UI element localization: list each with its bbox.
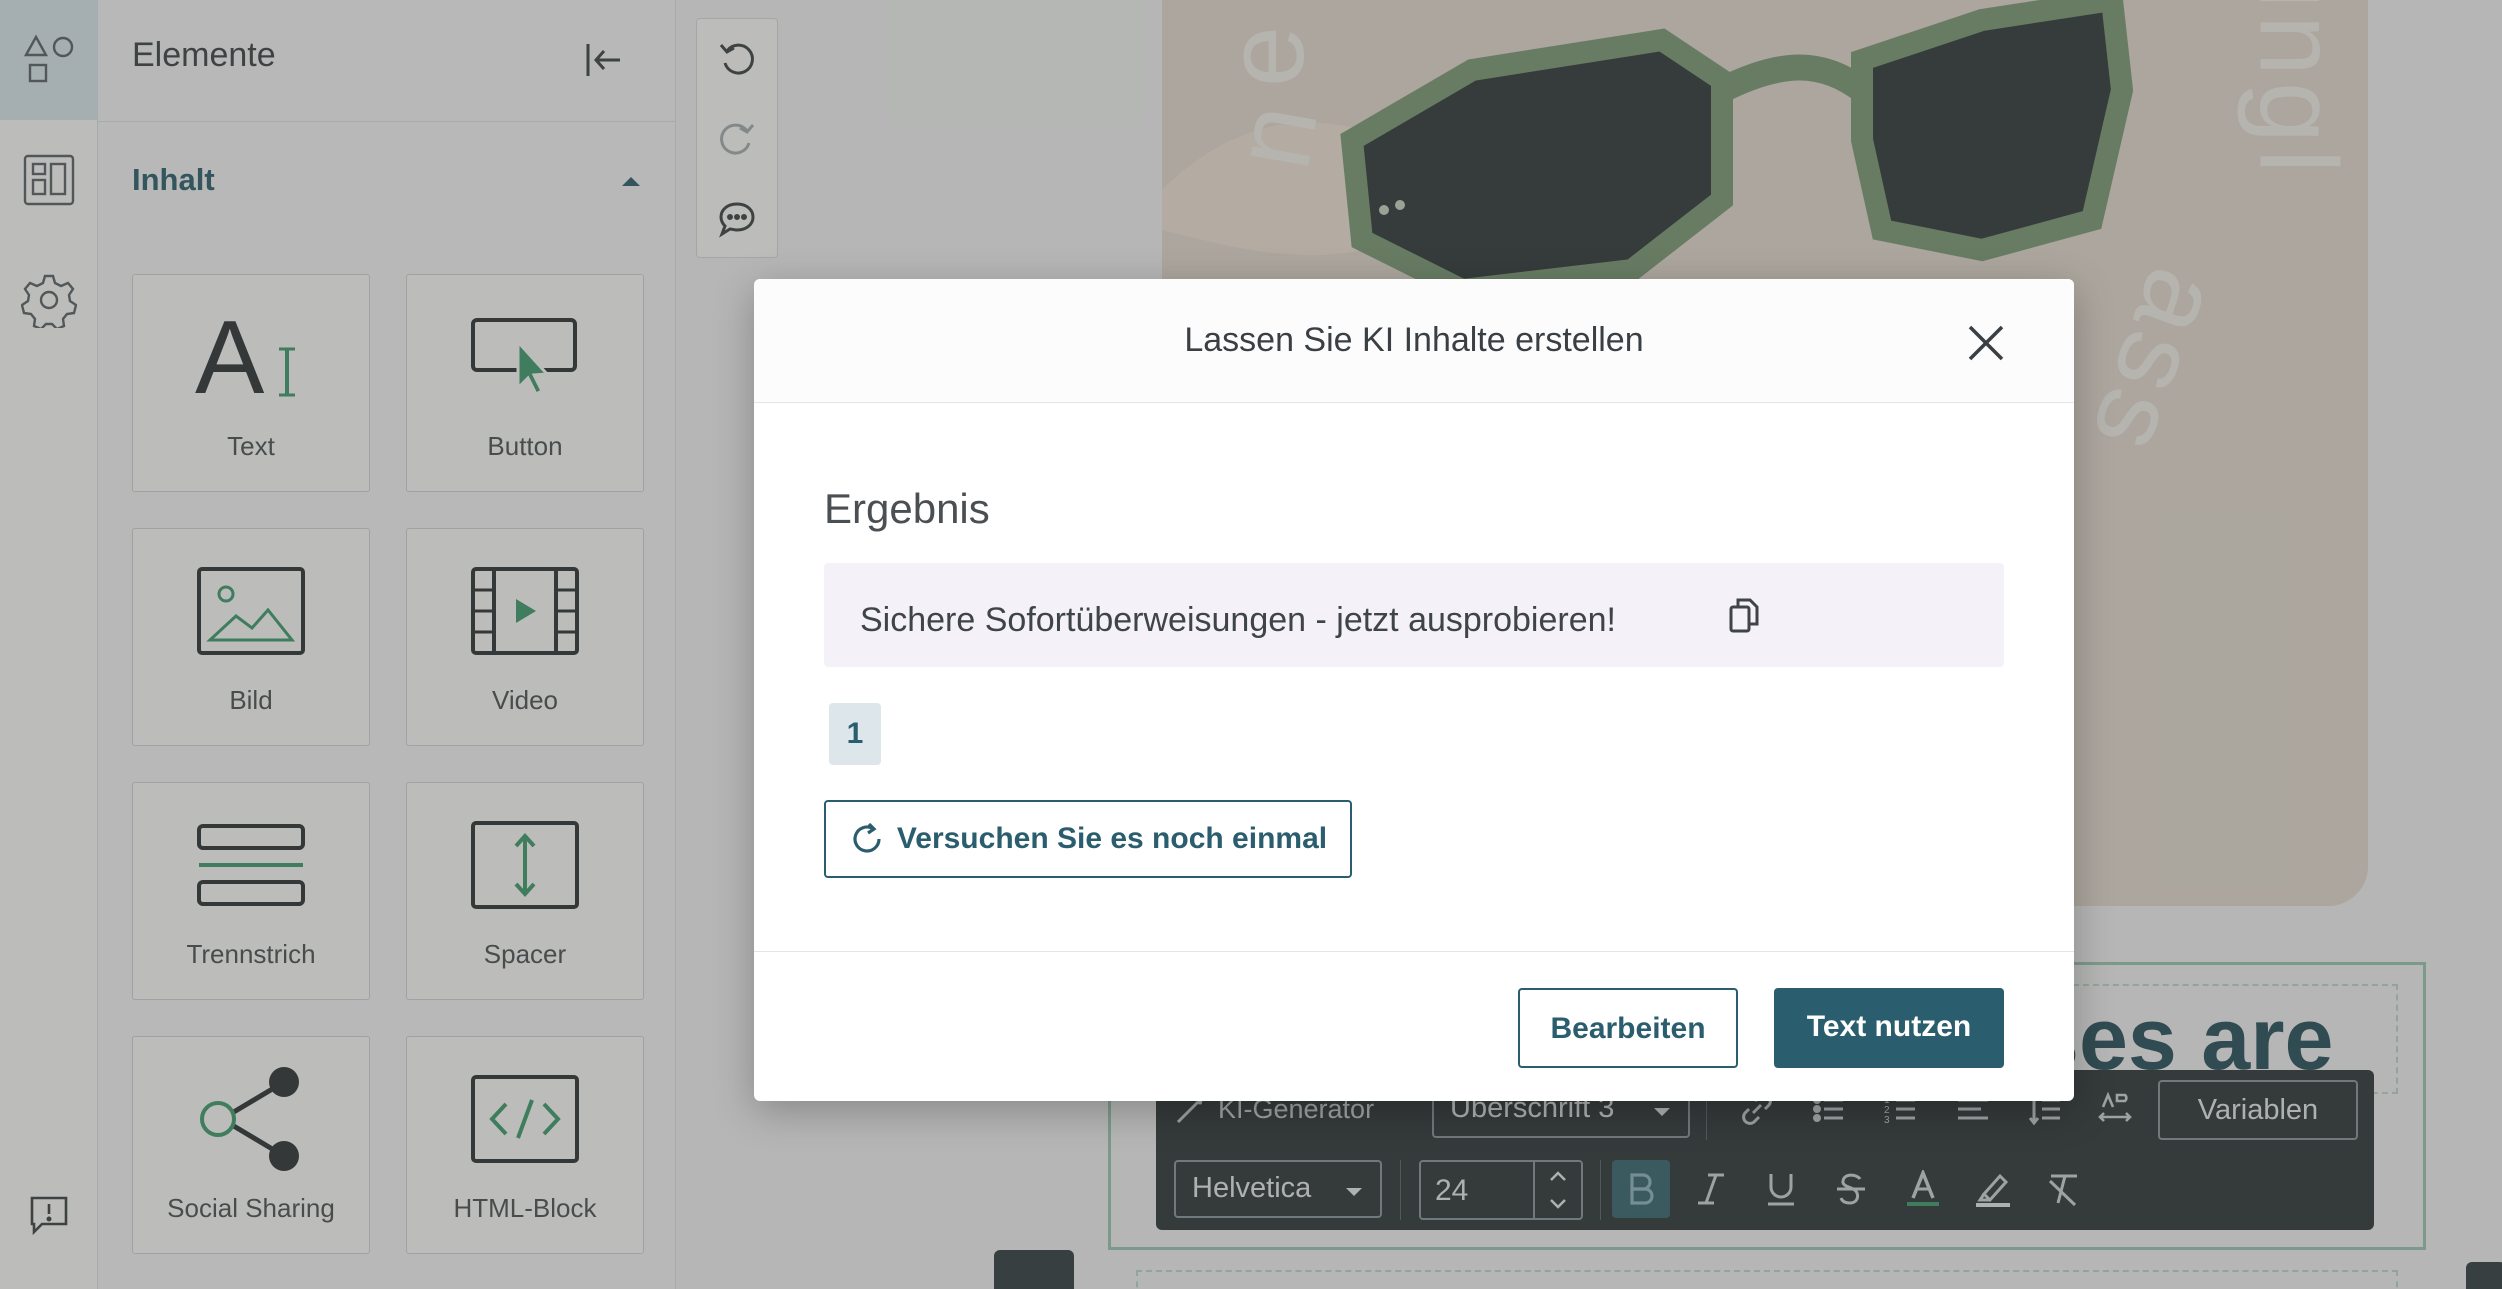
use-text-button[interactable]: Text nutzen [1774, 988, 2004, 1068]
result-heading: Ergebnis [824, 485, 990, 532]
retry-button[interactable]: Versuchen Sie es noch einmal [824, 800, 1352, 878]
close-icon [1968, 325, 2004, 361]
dialog-title: Lassen Sie KI Inhalte erstellen [1184, 321, 1644, 359]
dialog-header: Lassen Sie KI Inhalte erstellen [754, 279, 2074, 403]
result-page-badge[interactable]: 1 [829, 703, 881, 765]
retry-label: Versuchen Sie es noch einmal [896, 822, 1328, 855]
copy-icon [1729, 598, 1759, 633]
refresh-icon [853, 822, 881, 853]
edit-button[interactable]: Bearbeiten [1518, 988, 1738, 1068]
close-dialog-button[interactable] [1958, 315, 2014, 371]
dialog-footer: Bearbeiten Text nutzen [754, 951, 2074, 1101]
result-text: Sichere Sofortüberweisungen - jetzt ausp… [860, 601, 1616, 639]
copy-result-button[interactable] [1724, 595, 1764, 635]
ai-content-dialog: Lassen Sie KI Inhalte erstellen Ergebnis… [754, 279, 2074, 1101]
result-box: Sichere Sofortüberweisungen - jetzt ausp… [824, 563, 2004, 667]
